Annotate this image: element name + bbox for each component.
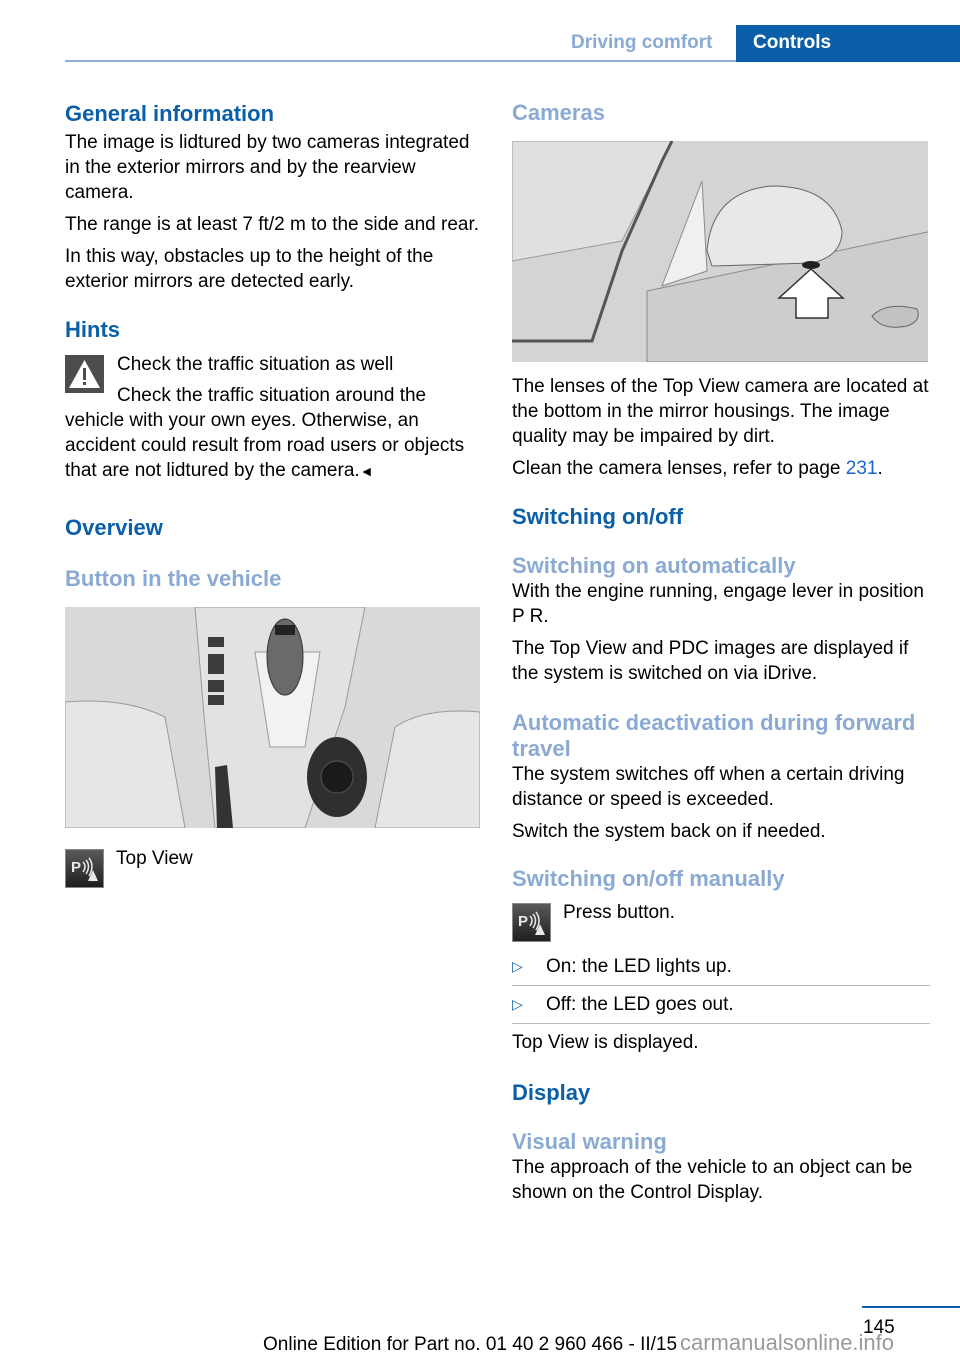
switching-on-automatically-heading: Switching on automatically [512, 553, 796, 578]
left-column: General information The image is lidture… [65, 100, 483, 894]
general-paragraph-1: The image is lidtured by two cameras int… [65, 132, 470, 203]
overview-heading: Overview [65, 515, 163, 540]
press-button-row: P Press button. [512, 900, 930, 948]
svg-text:P: P [518, 913, 528, 930]
warning-block: Check the traffic situation as well Chec… [65, 352, 483, 484]
cameras-heading: Cameras [512, 100, 605, 125]
warning-title: Check the traffic situation as well [117, 354, 394, 375]
bullet-triangle-icon: ▷ [512, 996, 523, 1012]
auto-paragraph-1: With the engine running, engage lever in… [512, 581, 924, 627]
edition-text: Online Edition for Part no. 01 40 2 960 … [263, 1334, 678, 1355]
automatic-deactivation-heading: Automatic deactivation during forward tr… [512, 710, 916, 761]
pdc-top-view-button-icon: P [65, 849, 104, 888]
svg-text:P: P [71, 859, 81, 876]
auto-paragraph-2: The Top View and PDC images are displaye… [512, 638, 909, 684]
cameras-paragraph-2: Clean the camera lenses, refer to page 2… [512, 458, 883, 479]
led-bullet-list: ▷ On: the LED lights up. ▷ Off: the LED go… [512, 954, 930, 1024]
header-section-tab[interactable]: Driving comfort [556, 25, 736, 62]
button-in-vehicle-heading: Button in the vehicle [65, 566, 282, 591]
hints-heading: Hints [65, 317, 120, 342]
bullet-triangle-icon: ▷ [512, 958, 523, 974]
end-mark-icon: ◄ [359, 463, 374, 479]
top-view-button-label: Top View [116, 848, 193, 869]
footer-rule [862, 1306, 960, 1308]
cameras-paragraph-1: The lenses of the Top View camera are lo… [512, 376, 929, 447]
header-chapter-tab[interactable]: Controls [736, 25, 960, 62]
bullet-item: ▷ Off: the LED goes out. [512, 994, 734, 1015]
general-information-heading: General information [65, 101, 275, 126]
warning-triangle-icon [65, 355, 104, 393]
general-paragraph-3: In this way, obstacles up to the height … [65, 246, 434, 292]
bullet-divider [512, 985, 930, 986]
switching-manually-heading: Switching on/off manually [512, 866, 785, 891]
warning-body: Check the traffic situation around the v… [65, 385, 465, 481]
general-paragraph-2: The range is at least 7 ft/2 m to the si… [65, 214, 480, 235]
bullet-divider [512, 1023, 930, 1024]
page-231-link[interactable]: 231 [846, 458, 878, 479]
visual-warning-paragraph: The approach of the vehicle to an object… [512, 1157, 913, 1203]
manual-paragraph: Top View is displayed. [512, 1032, 699, 1053]
deactivation-paragraph-2: Switch the system back on if needed. [512, 821, 826, 842]
top-view-button-legend: P Top View [65, 846, 483, 894]
visual-warning-heading: Visual warning [512, 1129, 667, 1154]
center-console-figure [65, 607, 480, 828]
pdc-top-view-button-icon: P [512, 903, 551, 942]
display-heading: Display [512, 1080, 591, 1105]
bullet-item: ▷ On: the LED lights up. [512, 956, 732, 977]
right-column: Cameras The lenses of the Top View camer… [512, 100, 930, 1205]
watermark: carmanualsonline.info [680, 1330, 895, 1355]
deactivation-paragraph-1: The system switches off when a certain d… [512, 764, 905, 810]
switching-on-off-heading: Switching on/off [512, 504, 684, 529]
press-button-label: Press button. [563, 902, 675, 923]
mirror-camera-figure [512, 141, 928, 362]
